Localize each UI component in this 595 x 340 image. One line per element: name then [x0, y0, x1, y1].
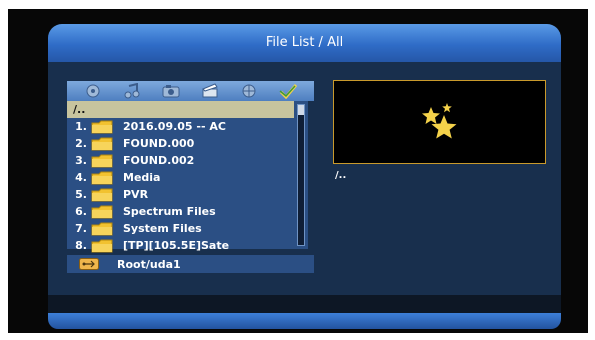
list-item[interactable]: 4. Media — [67, 169, 294, 186]
panel-bottom-strip — [48, 295, 561, 313]
photo-icon[interactable] — [160, 82, 182, 100]
scroll-track[interactable] — [297, 104, 305, 246]
stars-icon — [422, 103, 457, 139]
item-number: 5. — [75, 188, 87, 201]
list-item[interactable]: 7. System Files — [67, 220, 294, 237]
filter-toolbar — [67, 81, 314, 101]
item-name: [TP][105.5E]Sate — [123, 239, 230, 252]
parent-directory-label: /.. — [73, 103, 86, 116]
item-number: 3. — [75, 154, 87, 167]
list-item[interactable]: 3. FOUND.002 — [67, 152, 294, 169]
video-icon[interactable] — [199, 82, 221, 100]
all-files-icon[interactable] — [82, 82, 104, 100]
preview-pane — [333, 80, 546, 164]
parent-directory-row[interactable]: /.. — [67, 101, 294, 118]
header-bar: File List / All — [48, 24, 561, 63]
item-number: 8. — [75, 239, 87, 252]
file-list-scrollbar[interactable] — [294, 101, 308, 249]
folder-icon — [91, 239, 113, 253]
item-name: PVR — [123, 188, 149, 201]
folder-icon — [91, 154, 113, 168]
item-name: FOUND.002 — [123, 154, 195, 167]
device-path-bar: Root/uda1 — [67, 255, 314, 273]
device-path-label: Root/uda1 — [117, 257, 181, 271]
list-item[interactable]: 1. 2016.09.05 -- AC — [67, 118, 294, 135]
item-number: 7. — [75, 222, 87, 235]
folder-icon — [91, 188, 113, 202]
item-number: 1. — [75, 120, 87, 133]
folder-icon — [91, 137, 113, 151]
list-item[interactable]: 6. Spectrum Files — [67, 203, 294, 220]
item-name: Spectrum Files — [123, 205, 216, 218]
item-name: 2016.09.05 -- AC — [123, 120, 226, 133]
item-number: 6. — [75, 205, 87, 218]
item-number: 4. — [75, 171, 87, 184]
folder-icon — [91, 205, 113, 219]
usb-drive-icon — [79, 258, 99, 270]
footer-bar — [48, 313, 561, 329]
music-icon[interactable] — [121, 82, 143, 100]
page-title: File List / All — [265, 35, 344, 50]
list-item[interactable]: 2. FOUND.000 — [67, 135, 294, 152]
item-name: System Files — [123, 222, 202, 235]
folder-icon — [91, 222, 113, 236]
list-item[interactable]: 8. [TP][105.5E]Sate — [67, 237, 294, 254]
item-number: 2. — [75, 137, 87, 150]
item-name: Media — [123, 171, 161, 184]
record-icon[interactable] — [238, 82, 260, 100]
item-name: FOUND.000 — [123, 137, 195, 150]
folder-icon — [91, 120, 113, 134]
preview-path-label: /.. — [335, 170, 347, 181]
scroll-thumb[interactable] — [298, 105, 304, 115]
folder-icon — [91, 171, 113, 185]
favorites-icon[interactable] — [277, 82, 299, 100]
list-item[interactable]: 5. PVR — [67, 186, 294, 203]
file-list: /.. 1. 2016.09.05 -- AC 2. FOUND.000 3. … — [67, 101, 294, 252]
